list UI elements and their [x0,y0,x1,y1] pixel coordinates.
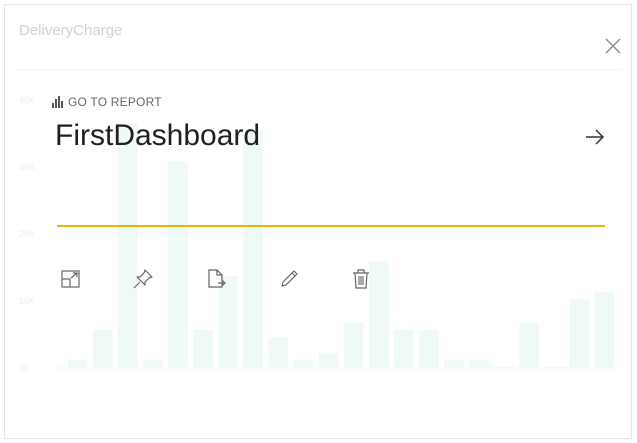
tile-title: DeliveryCharge [19,22,123,39]
go-to-report-link[interactable]: GO TO REPORT [52,95,162,109]
chart-bar [494,367,514,368]
dashboard-tile-card: 0K 10K 20K 30K 40K DeliveryCharge GO TO REPO… [4,4,632,439]
dashboard-name[interactable]: FirstDashboard [55,119,260,153]
chart-bar [569,299,590,368]
close-icon [605,38,621,54]
y-tick-label: 20K [19,229,35,239]
arrow-right-icon [586,129,605,145]
y-tick-label: 0K [19,363,30,373]
edit-icon [281,270,298,287]
export-data-icon [208,269,226,288]
chart-bar [117,123,138,368]
chart-bar [544,367,565,368]
chart-bar [318,352,339,368]
chart-bar [343,322,364,368]
accent-line [57,225,605,227]
chart-bar [293,360,314,368]
y-tick-label: 30K [19,162,35,172]
chart-bar [469,360,489,368]
focus-mode-button[interactable] [55,263,87,295]
bar-chart-icon [52,96,63,108]
tile-header-divider [15,69,621,70]
delete-icon [353,269,369,289]
chart-bar [594,291,615,368]
chart-bar [243,130,263,368]
y-tick-label: 10K [19,296,35,306]
y-tick-label: 40K [19,95,35,105]
open-dashboard-button[interactable] [581,125,609,149]
delete-button[interactable] [345,263,377,295]
chart-bar [444,360,464,368]
go-to-report-label: GO TO REPORT [68,95,162,109]
background-bar-chart: 0K 10K 20K 30K 40K [19,95,617,373]
chart-bar [519,322,539,368]
chart-bar [67,360,88,368]
chart-bar [143,360,163,368]
edit-button[interactable] [273,263,305,295]
chart-bar [193,329,213,368]
focus-mode-icon [61,270,80,288]
pin-icon [133,269,153,289]
close-button[interactable] [602,35,624,57]
chart-bar [419,329,439,368]
pin-button[interactable] [127,263,159,295]
chart-bar [268,337,289,368]
export-data-button[interactable] [200,263,232,295]
chart-bar [92,329,113,368]
tile-actions [55,263,395,299]
chart-bar [393,329,414,368]
